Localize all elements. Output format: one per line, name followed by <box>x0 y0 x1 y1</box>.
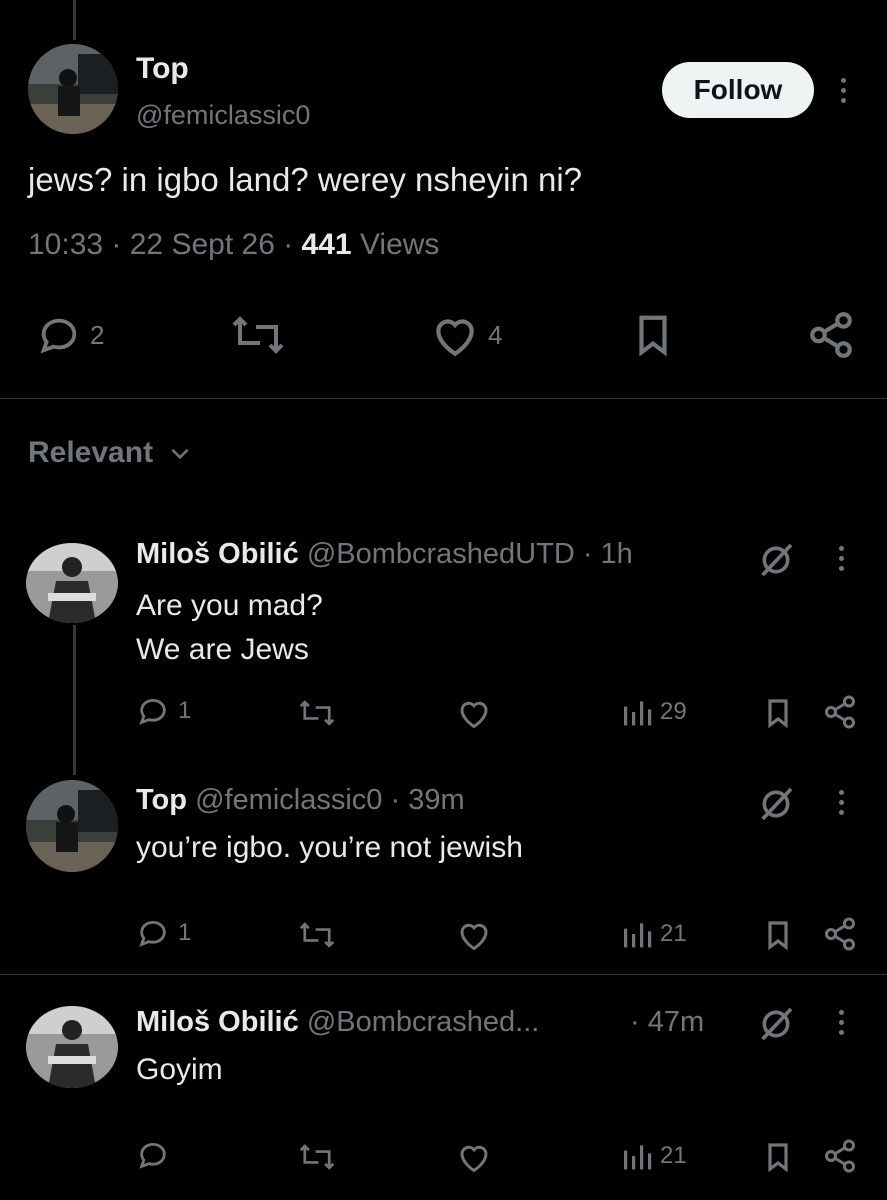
author-handle[interactable]: @femiclassic0 <box>136 100 310 131</box>
avatar[interactable] <box>26 780 118 872</box>
reply-count: 1 <box>178 919 192 946</box>
reply-text-line: Are you mad? <box>136 589 323 622</box>
repost-button[interactable] <box>230 312 286 358</box>
meta-separator: · <box>283 228 302 261</box>
like-button[interactable]: 4 <box>430 312 502 358</box>
bookmark-button[interactable] <box>630 312 676 358</box>
reply-icon <box>40 318 77 354</box>
bookmark-icon <box>639 315 667 357</box>
reply-author-handle[interactable]: @Bombcrashed... <box>307 1006 540 1038</box>
views-count: 21 <box>660 920 687 947</box>
reply-author-handle[interactable]: @femiclassic0 <box>195 784 382 816</box>
views-chart-icon <box>624 1145 652 1170</box>
meta-separator: · <box>111 228 130 261</box>
follow-button[interactable]: Follow <box>662 62 814 118</box>
more-options-icon[interactable] <box>836 1010 846 1035</box>
share-icon[interactable] <box>822 694 858 730</box>
reply-author-name[interactable]: Miloš Obilić <box>136 1006 299 1038</box>
reply-text-line: Goyim <box>136 1053 223 1086</box>
heart-icon[interactable] <box>456 696 492 730</box>
bookmark-icon[interactable] <box>762 696 794 730</box>
reply-time[interactable]: · 47m <box>630 1006 704 1039</box>
share-button[interactable] <box>806 310 856 360</box>
avatar[interactable] <box>28 44 118 134</box>
chevron-down-icon <box>171 448 189 460</box>
repost-icon[interactable] <box>298 698 336 728</box>
views-label: Views <box>359 228 440 261</box>
views-count: 441 <box>301 228 352 261</box>
views-button[interactable]: 21 <box>620 1140 687 1172</box>
post-time[interactable]: 10:33 <box>28 228 103 261</box>
views-chart-icon <box>624 923 652 948</box>
reply-time[interactable]: · 1h <box>583 538 633 570</box>
heart-icon[interactable] <box>456 918 492 952</box>
sort-label: Relevant <box>28 436 154 469</box>
reply-button[interactable]: 1 <box>136 916 191 950</box>
reply-header: Miloš Obilić @Bombcrashed... <box>136 1006 539 1039</box>
reply-button[interactable]: 2 <box>36 312 104 358</box>
post-date[interactable]: 22 Sept 26 <box>130 228 275 261</box>
more-options-icon[interactable] <box>836 790 846 815</box>
bookmark-icon[interactable] <box>762 918 794 952</box>
repost-icon <box>232 316 284 354</box>
grok-icon[interactable] <box>756 784 796 824</box>
views-count: 29 <box>660 698 687 725</box>
reply-icon <box>139 698 166 725</box>
views-count: 21 <box>660 1142 687 1169</box>
grok-icon[interactable] <box>756 1004 796 1044</box>
reply-time[interactable]: · 39m <box>391 784 465 816</box>
grok-icon[interactable] <box>756 540 796 580</box>
reply-text-line: you’re igbo. you’re not jewish <box>136 831 523 864</box>
divider <box>0 974 887 975</box>
reply-author-name[interactable]: Top <box>136 784 187 816</box>
avatar[interactable] <box>26 543 118 623</box>
share-icon[interactable] <box>822 916 858 952</box>
reply-author-name[interactable]: Miloš Obilić <box>136 538 299 570</box>
reply-count: 2 <box>90 319 105 350</box>
bookmark-icon[interactable] <box>762 1140 794 1174</box>
share-icon[interactable] <box>822 1138 858 1174</box>
share-icon <box>810 312 852 358</box>
heart-icon <box>436 319 474 357</box>
avatar[interactable] <box>26 1006 118 1088</box>
sort-selector[interactable]: Relevant <box>28 436 193 470</box>
repost-icon[interactable] <box>298 920 336 950</box>
more-options-icon[interactable] <box>838 78 848 103</box>
views-button[interactable]: 21 <box>620 918 687 950</box>
views-chart-icon <box>624 701 652 726</box>
divider <box>0 398 887 399</box>
more-options-icon[interactable] <box>836 546 846 571</box>
like-count: 4 <box>488 319 503 350</box>
heart-icon[interactable] <box>456 1140 492 1174</box>
reply-header: Miloš Obilić @BombcrashedUTD · 1h <box>136 538 633 571</box>
thread-line <box>73 625 76 775</box>
reply-button[interactable]: 1 <box>136 694 191 728</box>
reply-header: Top @femiclassic0 · 39m <box>136 784 465 817</box>
reply-button[interactable] <box>136 1138 178 1172</box>
reply-icon <box>139 920 166 947</box>
author-name[interactable]: Top <box>136 52 189 86</box>
reply-text-line: We are Jews <box>136 633 309 666</box>
post-meta: 10:33 · 22 Sept 26 · 441 Views <box>28 228 439 262</box>
reply-icon <box>139 1142 166 1169</box>
post-text: jews? in igbo land? werey nsheyin ni? <box>28 161 583 198</box>
reply-author-handle[interactable]: @BombcrashedUTD <box>307 538 575 570</box>
views-button[interactable]: 29 <box>620 696 687 728</box>
reply-count: 1 <box>178 697 192 724</box>
repost-icon[interactable] <box>298 1142 336 1172</box>
thread-connector-top <box>73 0 76 40</box>
